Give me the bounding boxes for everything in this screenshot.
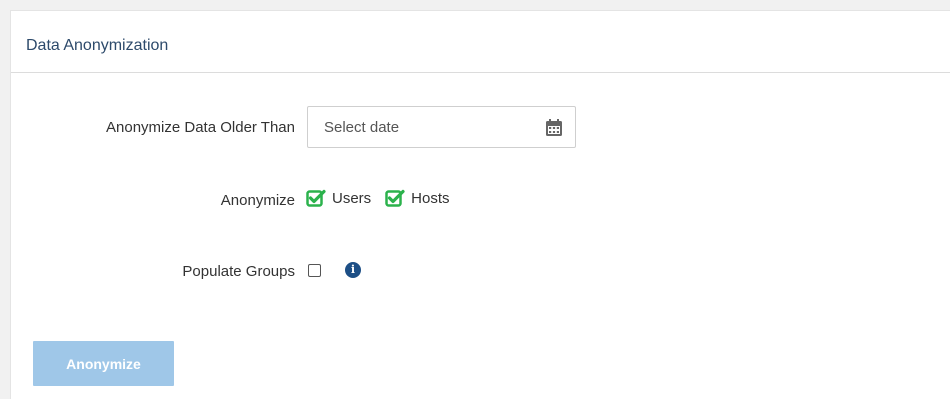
calendar-icon[interactable] [545,118,563,137]
panel-title: Data Anonymization [26,36,169,54]
populate-groups-checkbox[interactable] [308,264,321,277]
populate-groups-label: Populate Groups [182,263,295,280]
date-placeholder: Select date [324,118,400,136]
data-anonymization-panel: Data Anonymization Anonymize Data Older … [10,10,950,399]
info-icon[interactable]: i [345,262,361,278]
date-picker-input[interactable]: Select date [307,106,576,148]
hosts-checkbox[interactable]: Hosts [385,189,450,207]
checked-square-icon [385,189,405,207]
panel-header: Data Anonymization [11,11,950,73]
anonymize-button[interactable]: Anonymize [33,341,174,386]
users-checkbox[interactable]: Users [306,189,371,207]
hosts-checkbox-label: Hosts [411,189,450,207]
anonymize-label: Anonymize [220,192,295,209]
date-field-label: Anonymize Data Older Than [106,119,295,136]
checked-square-icon [306,189,326,207]
users-checkbox-label: Users [332,189,372,207]
anonymize-options: Users Hosts [306,189,464,207]
